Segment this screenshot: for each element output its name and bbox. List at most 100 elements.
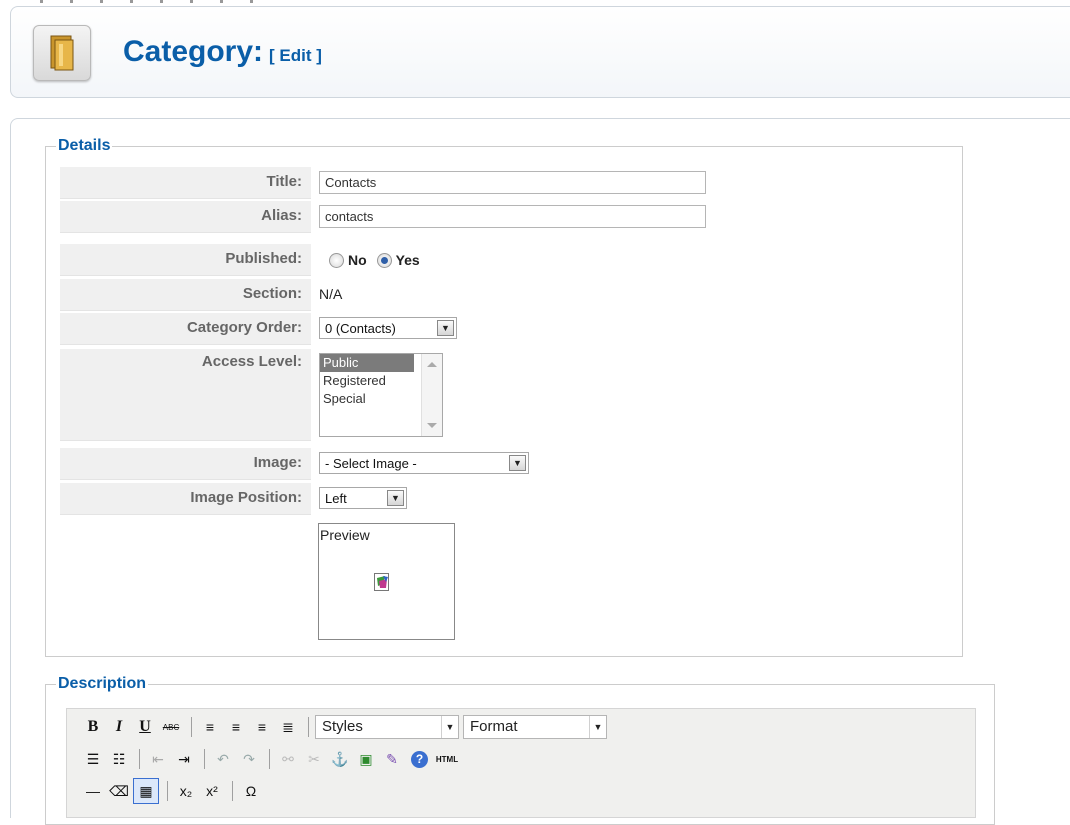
published-row: Published: No Yes [60, 244, 720, 276]
image-position-select[interactable]: Left ▼ [319, 487, 407, 509]
strip-dot [160, 0, 163, 3]
title-row: Title: Contacts [60, 167, 720, 199]
strip-dot [40, 0, 43, 3]
section-value: N/A [319, 286, 343, 302]
section-label: Section: [60, 279, 311, 311]
image-select-value: - Select Image - [325, 456, 417, 471]
styles-select[interactable]: Styles ▼ [315, 715, 459, 739]
indent-icon[interactable]: ⇥ [172, 747, 196, 771]
toolbar-separator [167, 781, 168, 801]
chevron-down-icon: ▼ [437, 320, 454, 336]
published-yes-radio[interactable] [376, 252, 392, 268]
bold-icon[interactable]: B [81, 715, 105, 739]
access-level-label: Access Level: [60, 349, 311, 441]
special-char-icon[interactable]: Ω [239, 779, 263, 803]
category-icon [33, 25, 91, 81]
title-input[interactable]: Contacts [319, 171, 706, 194]
access-option-special[interactable]: Special [320, 390, 414, 408]
cleanup-icon[interactable]: ✎ [380, 747, 404, 771]
underline-icon[interactable]: U [133, 715, 157, 739]
unlink-icon[interactable]: ✂ [302, 747, 326, 771]
anchor-icon[interactable]: ⚓ [328, 747, 352, 771]
toolbar-row-1: B I U ABC ≡ ≡ ≡ ≣ Styles ▼ Format ▼ [81, 713, 611, 741]
published-radio-group: No Yes [329, 251, 426, 268]
page-header: Category: [ Edit ] [10, 6, 1070, 98]
help-icon[interactable]: ? [411, 750, 428, 768]
scroll-up-icon [427, 362, 437, 367]
published-no-radio[interactable] [329, 252, 344, 268]
image-insert-icon[interactable]: ▣ [354, 747, 378, 771]
page-title: Category: [ Edit ] [123, 35, 322, 69]
visual-aid-icon[interactable]: ▦ [133, 778, 159, 804]
alias-label: Alias: [60, 201, 311, 233]
align-left-icon[interactable]: ≡ [198, 715, 222, 739]
chevron-down-icon: ▼ [509, 455, 526, 471]
align-right-icon[interactable]: ≡ [250, 715, 274, 739]
format-select-label: Format [470, 718, 518, 735]
styles-select-label: Styles [322, 718, 363, 735]
align-justify-icon[interactable]: ≣ [276, 715, 300, 739]
image-position-label: Image Position: [60, 483, 311, 515]
link-icon[interactable]: ⚯ [276, 747, 300, 771]
access-level-row: Access Level: Public Registered Special [60, 349, 720, 441]
section-row: Section: N/A [60, 279, 720, 311]
outdent-icon[interactable]: ⇤ [146, 747, 170, 771]
description-legend: Description [58, 675, 147, 692]
redo-icon[interactable]: ↷ [237, 747, 261, 771]
page-title-text: Category: [123, 35, 264, 68]
image-row: Image: - Select Image - ▼ [60, 448, 720, 480]
strip-dot [130, 0, 133, 3]
image-preview: Preview [318, 523, 455, 640]
remove-format-icon[interactable]: ⌫ [107, 779, 131, 803]
undo-icon[interactable]: ↶ [211, 747, 235, 771]
folder-icon [50, 35, 74, 71]
chevron-down-icon: ▼ [387, 490, 404, 506]
strip-dot [220, 0, 223, 3]
toolbar-separator [232, 781, 233, 801]
edit-mode-label: [ Edit ] [269, 46, 322, 65]
html-source-button[interactable]: HTML [433, 747, 461, 771]
toolbar-separator [308, 717, 309, 737]
numbered-list-icon[interactable]: ☷ [107, 747, 131, 771]
category-order-value: 0 (Contacts) [325, 321, 396, 336]
toolbar-separator [191, 717, 192, 737]
align-center-icon[interactable]: ≡ [224, 715, 248, 739]
toolbar-separator [204, 749, 205, 769]
format-select[interactable]: Format ▼ [463, 715, 607, 739]
italic-icon[interactable]: I [107, 715, 131, 739]
details-legend: Details [58, 137, 111, 154]
superscript-icon[interactable]: x² [200, 779, 224, 803]
toolbar-separator [269, 749, 270, 769]
title-label: Title: [60, 167, 311, 199]
chevron-down-icon: ▼ [441, 716, 458, 738]
chevron-down-icon: ▼ [589, 716, 606, 738]
image-select[interactable]: - Select Image - ▼ [319, 452, 529, 474]
published-yes-label: Yes [395, 252, 420, 269]
toolbar-row-2: ☰ ☷ ⇤ ⇥ ↶ ↷ ⚯ ✂ ⚓ ▣ ✎ ? HTML [81, 745, 463, 773]
image-position-row: Image Position: Left ▼ [60, 483, 720, 515]
category-order-label: Category Order: [60, 313, 311, 345]
bullet-list-icon[interactable]: ☰ [81, 747, 105, 771]
listbox-scrollbar[interactable] [421, 354, 442, 436]
strikethrough-icon[interactable]: ABC [159, 715, 183, 739]
subscript-icon[interactable]: x₂ [174, 779, 198, 803]
access-level-listbox[interactable]: Public Registered Special [319, 353, 443, 437]
category-order-select[interactable]: 0 (Contacts) ▼ [319, 317, 457, 339]
category-order-row: Category Order: 0 (Contacts) ▼ [60, 313, 720, 345]
strip-dot [70, 0, 73, 3]
scroll-down-icon [427, 423, 437, 428]
access-option-registered[interactable]: Registered [320, 372, 414, 390]
published-no-label: No [348, 252, 367, 269]
editor-toolbar: B I U ABC ≡ ≡ ≡ ≣ Styles ▼ Format ▼ ☰ ☷ … [66, 708, 976, 818]
horizontal-rule-icon[interactable]: — [81, 779, 105, 803]
alias-input[interactable]: contacts [319, 205, 706, 228]
toolbar-row-3: — ⌫ ▦ x₂ x² Ω [81, 777, 265, 805]
strip-dot [100, 0, 103, 3]
access-option-public[interactable]: Public [320, 354, 414, 372]
strip-dot [190, 0, 193, 3]
published-label: Published: [60, 244, 311, 276]
alias-row: Alias: contacts [60, 201, 720, 233]
toolbar-separator [139, 749, 140, 769]
image-label: Image: [60, 448, 311, 480]
preview-label: Preview [320, 527, 370, 543]
